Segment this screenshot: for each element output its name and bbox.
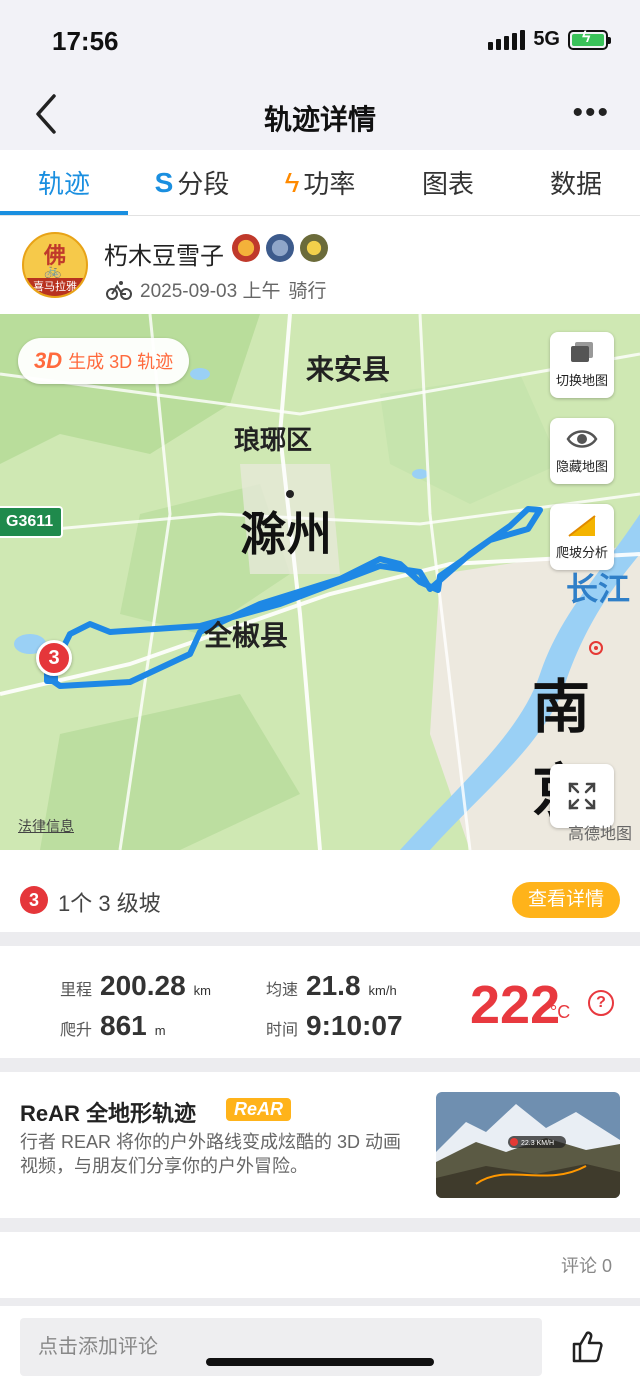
status-time: 17:56 — [52, 26, 119, 56]
stat-time: 时间 9:10:07 — [266, 1010, 403, 1042]
map-label-laian: 来安县 — [306, 354, 391, 385]
elevation-value: 861 — [100, 1010, 147, 1041]
switch-map-button[interactable]: 切换地图 — [550, 332, 614, 398]
signal-icon — [488, 29, 526, 50]
elevation-unit: m — [154, 1023, 166, 1038]
speed-unit: km/h — [368, 983, 397, 998]
map-label-langya: 琅琊区 — [234, 425, 313, 455]
lightning-icon: ϟ — [284, 166, 300, 198]
wings-badge-icon[interactable] — [300, 234, 328, 262]
user-info: 佛 🚲 喜马拉雅 朽木豆雪子 2025-09-03 上午 骑行 — [0, 216, 640, 314]
thumb-speed-text: 22.3 KM/H — [521, 1140, 554, 1147]
mountain-preview-image: 22.3 KM/H — [436, 1092, 620, 1198]
stat-distance: 里程 200.28 km — [60, 970, 211, 1002]
speed-label: 均速 — [266, 982, 299, 999]
elevation-label: 爬升 — [60, 1022, 93, 1039]
hide-map-button[interactable]: 隐藏地图 — [550, 418, 614, 484]
activity-meta: 2025-09-03 上午 骑行 — [106, 276, 326, 303]
medal-badge-icon[interactable] — [232, 234, 260, 262]
bottom-bar: 点击添加评论 — [0, 1306, 640, 1385]
view-details-button[interactable]: 查看详情 — [511, 882, 620, 918]
username[interactable]: 朽木豆雪子 — [104, 236, 224, 271]
map-provider-logo: 高德地图 — [567, 826, 632, 843]
climb-analysis-button[interactable]: 爬坡分析 — [550, 504, 614, 570]
tab-track[interactable]: 轨迹 — [0, 150, 128, 215]
map-label-changjiang: 长江 — [566, 571, 631, 607]
tab-power-label: 功率 — [303, 169, 356, 199]
speed-value: 21.8 — [306, 970, 361, 1001]
time-value: 9:10:07 — [306, 1010, 403, 1041]
badge-list — [232, 234, 328, 262]
rear-thumbnail[interactable]: 22.3 KM/H — [436, 1092, 620, 1198]
hide-map-label: 隐藏地图 — [555, 459, 608, 474]
avatar-bike-icon: 🚲 — [44, 262, 62, 278]
tab-bar: 轨迹 S 分段 ϟ 功率 图表 数据 — [0, 150, 640, 216]
thumbs-up-icon — [572, 1331, 603, 1363]
stat-elevation: 爬升 861 m — [60, 1010, 166, 1042]
climb-marker[interactable]: 3 — [36, 640, 72, 676]
tab-segments[interactable]: S 分段 — [128, 150, 256, 215]
time-label: 时间 — [266, 1022, 299, 1039]
comments-section: 评论 0 — [0, 1232, 640, 1298]
comment-input[interactable]: 点击添加评论 — [20, 1318, 542, 1376]
comment-count[interactable]: 评论 0 — [561, 1252, 612, 1278]
bicycle-icon — [106, 280, 132, 300]
tab-track-label: 轨迹 — [37, 169, 90, 199]
climb-chart-icon — [568, 515, 596, 537]
network-type: 5G — [533, 28, 560, 50]
status-bar: 17:56 5G ϟ — [0, 0, 640, 80]
page-title: 轨迹详情 — [263, 104, 376, 135]
climb-analysis-label: 爬坡分析 — [555, 545, 608, 560]
ride-stats: 里程 200.28 km 爬升 861 m 均速 21.8 km/h 时间 9:… — [0, 946, 640, 1058]
climb-summary: 3 1个 3 级坡 查看详情 — [0, 850, 640, 932]
distance-label: 里程 — [60, 982, 93, 999]
nav-bar: 轨迹详情 ••• — [0, 80, 640, 150]
rear-promo[interactable]: ReAR 全地形轨迹 ReAR 行者 REAR 将你的户外路线变成炫酷的 3D … — [0, 1072, 640, 1218]
tab-power[interactable]: ϟ 功率 — [256, 150, 384, 215]
tab-charts[interactable]: 图表 — [384, 150, 512, 215]
help-icon[interactable]: ? — [588, 990, 614, 1016]
rear-tag: ReAR — [226, 1098, 292, 1121]
distance-unit: km — [193, 983, 211, 998]
map-label-chuzhou: 滁州 — [240, 508, 332, 560]
legal-info-link[interactable]: 法律信息 — [18, 816, 74, 836]
3d-icon: 3D — [34, 348, 63, 373]
temperature-value: 222 — [470, 975, 561, 1035]
rear-title: ReAR 全地形轨迹 — [20, 1101, 197, 1126]
generate-3d-button[interactable]: 3D 生成 3D 轨迹 — [18, 338, 190, 384]
tab-segments-label: 分段 — [177, 169, 230, 199]
switch-map-label: 切换地图 — [555, 373, 608, 388]
layers-icon — [571, 342, 593, 362]
climb-level-icon: 3 — [20, 886, 48, 914]
tab-data-label: 数据 — [549, 169, 602, 199]
battery-icon: ϟ — [568, 29, 611, 50]
climb-marker-label: 3 — [48, 647, 60, 669]
stat-speed: 均速 21.8 km/h — [266, 970, 397, 1002]
shield-badge-icon[interactable] — [266, 234, 294, 262]
climb-summary-text: 1个 3 级坡 — [58, 891, 161, 916]
distance-value: 200.28 — [100, 970, 186, 1001]
map-label-quanjiao: 全椒县 — [204, 620, 289, 651]
like-button[interactable] — [570, 1330, 604, 1369]
more-options-icon[interactable]: ••• — [572, 98, 610, 128]
expand-icon — [568, 782, 596, 810]
generate-3d-label: 生成 3D 轨迹 — [68, 352, 174, 372]
avatar-ribbon: 喜马拉雅 — [24, 278, 86, 296]
segment-icon: S — [154, 166, 174, 198]
status-indicators: 5G ϟ — [488, 28, 611, 51]
eye-icon — [566, 430, 598, 448]
avatar[interactable]: 佛 🚲 喜马拉雅 — [22, 232, 88, 298]
activity-datetime: 2025-09-03 上午 — [140, 281, 281, 302]
fullscreen-button[interactable] — [550, 764, 614, 828]
activity-type: 骑行 — [288, 281, 327, 302]
tab-charts-label: 图表 — [421, 169, 474, 199]
rear-description: 行者 REAR 将你的户外路线变成炫酷的 3D 动画视频，与朋友们分享你的户外冒… — [20, 1132, 402, 1176]
tab-data[interactable]: 数据 — [512, 150, 640, 215]
temperature-unit: °C — [550, 1002, 571, 1022]
home-indicator — [206, 1358, 434, 1366]
road-sign-g3611: G3611 — [0, 506, 64, 538]
route-map[interactable]: 来安县 琅琊区 滁州 全椒县 南京 长江 G3611 3 3D 生成 3D 轨迹… — [0, 314, 640, 850]
